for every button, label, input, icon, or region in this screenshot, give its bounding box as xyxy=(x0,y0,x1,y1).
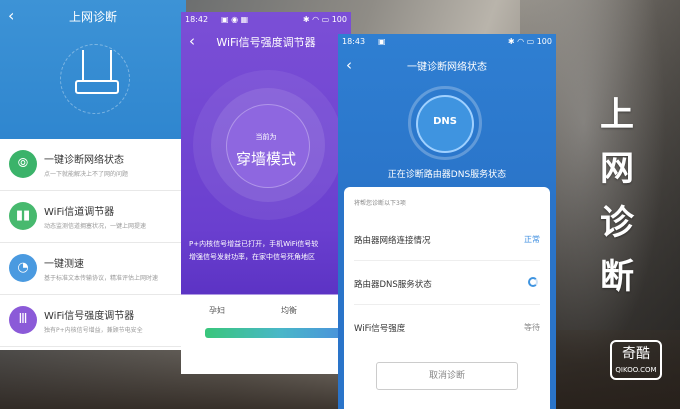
notification-icons: ▣ ◉ ▦ xyxy=(221,15,249,24)
check-row-wifi: WiFi信号强度 等待 xyxy=(354,305,540,349)
router-antenna-right xyxy=(110,50,112,80)
level-pregnant[interactable]: 孕妇 xyxy=(209,305,225,316)
battery-level: 100 xyxy=(536,37,552,46)
item-title: 一键测速 xyxy=(44,259,84,270)
side-title-char: 网 xyxy=(600,149,634,189)
item-title: 一键诊断网络状态 xyxy=(44,155,124,166)
item-subtitle: 动态监测信道拥塞状况，一键上网提速 xyxy=(44,223,147,230)
check-row-dns: 路由器DNS服务状态 xyxy=(354,261,540,305)
battery-level: 100 xyxy=(331,15,347,24)
phone-screen-wifi-signal: 18:42 ▣ ◉ ▦ ✱ ◠ ▭ 100 ‹ WiFi信号强度调节器 当前为 … xyxy=(181,12,351,374)
side-title-char: 诊 xyxy=(600,203,634,243)
list-item-speedtest[interactable]: ◔ 一键测速 基于标准文本传输协议，精准评估上网时速 xyxy=(0,243,186,295)
status-battery: ✱ ◠ ▭ 100 xyxy=(302,15,347,24)
level-balanced[interactable]: 均衡 xyxy=(281,305,297,316)
qikoo-logo: 奇酷 QIKOO.COM xyxy=(610,340,662,380)
phone-screen-diagnosis-progress: 18:43 ▣ ✱ ◠ ▭ 100 ‹ 一键诊断网络状态 DNS 正在诊断路由器… xyxy=(338,34,556,409)
item-subtitle: 点一下就能解决上不了网的问题 xyxy=(44,171,129,178)
logo-subtext: QIKOO.COM xyxy=(615,366,657,374)
status-bar: 18:42 ▣ ◉ ▦ ✱ ◠ ▭ 100 xyxy=(181,12,351,28)
description-line: P+内核信号增益已打开，手机WiFi信号较 xyxy=(189,240,319,248)
item-subtitle: 独有P+内核信号增益，兼顾节电安全 xyxy=(44,327,143,334)
check-status: 正常 xyxy=(524,235,540,244)
item-title: WiFi信道调节器 xyxy=(44,207,115,218)
item-title: WiFi信号强度调节器 xyxy=(44,311,135,322)
list-item-diagnose[interactable]: ⦾ 一键诊断网络状态 点一下就能解决上不了网的问题 xyxy=(0,139,186,191)
description-line: 增强信号发射功率，在家中信号死角地区 xyxy=(189,253,315,261)
notification-icons: ▣ xyxy=(378,37,386,46)
side-title-char: 断 xyxy=(600,257,634,297)
diagnosis-card: 将帮您诊断以下3项 路由器网络连接情况 正常 路由器DNS服务状态 WiFi信号… xyxy=(344,187,550,409)
item-subtitle: 基于标准文本传输协议，精准评估上网时速 xyxy=(44,275,159,282)
diagnose-icon: ⦾ xyxy=(9,150,37,178)
page-title: 上网诊断 xyxy=(68,10,117,24)
status-time: 18:42 xyxy=(185,15,209,24)
list-item-channel[interactable]: ▮▮ WiFi信道调节器 动态监测信道拥塞状况，一键上网提速 xyxy=(0,191,186,243)
mode-display: 当前为 穿墙模式 xyxy=(181,132,351,169)
mode-description: P+内核信号增益已打开，手机WiFi信号较 增强信号发射功率，在家中信号死角地区 xyxy=(189,238,347,264)
status-bar: 18:43 ▣ ✱ ◠ ▭ 100 xyxy=(338,34,556,50)
channel-icon: ▮▮ xyxy=(9,202,37,230)
mode-label: 当前为 xyxy=(255,133,277,141)
logo-text: 奇酷 xyxy=(622,346,650,362)
phone-screen-network-diagnosis: ‹ 上网诊断 ⦾ 一键诊断网络状态 点一下就能解决上不了网的问题 ▮▮ WiFi… xyxy=(0,0,186,350)
status-battery: ✱ ◠ ▭ 100 xyxy=(507,37,552,46)
diagnosis-status: 正在诊断路由器DNS服务状态 xyxy=(387,170,507,180)
cancel-diagnosis-button[interactable]: 取消诊断 xyxy=(376,362,518,390)
loading-spinner-icon xyxy=(528,277,538,287)
page-title: WiFi信号强度调节器 xyxy=(216,36,316,49)
check-label: WiFi信号强度 xyxy=(354,324,406,334)
mode-value: 穿墙模式 xyxy=(235,150,296,168)
speedometer-icon: ◔ xyxy=(9,254,37,282)
list-item-signal[interactable]: Ⅲ WiFi信号强度调节器 独有P+内核信号增益，兼顾节电安全 xyxy=(0,295,186,347)
side-title: 上 网 诊 断 xyxy=(597,88,637,304)
router-antenna-left xyxy=(82,50,84,80)
page-title: 一键诊断网络状态 xyxy=(407,62,487,73)
check-label: 路由器DNS服务状态 xyxy=(354,280,432,290)
signal-icon: Ⅲ xyxy=(9,306,37,334)
check-status: 等待 xyxy=(524,323,540,332)
tool-list: ⦾ 一键诊断网络状态 点一下就能解决上不了网的问题 ▮▮ WiFi信道调节器 动… xyxy=(0,139,186,347)
router-icon xyxy=(75,80,119,94)
status-time: 18:43 xyxy=(342,37,366,46)
router-ring xyxy=(60,44,130,114)
card-hint: 将帮您诊断以下3项 xyxy=(354,200,406,207)
side-title-char: 上 xyxy=(600,95,634,135)
signal-level-slider[interactable] xyxy=(205,328,351,338)
header: ‹ 上网诊断 xyxy=(0,0,186,139)
check-label: 路由器网络连接情况 xyxy=(354,236,431,246)
check-row-connection: 路由器网络连接情况 正常 xyxy=(354,217,540,261)
dns-label: DNS xyxy=(433,116,457,127)
